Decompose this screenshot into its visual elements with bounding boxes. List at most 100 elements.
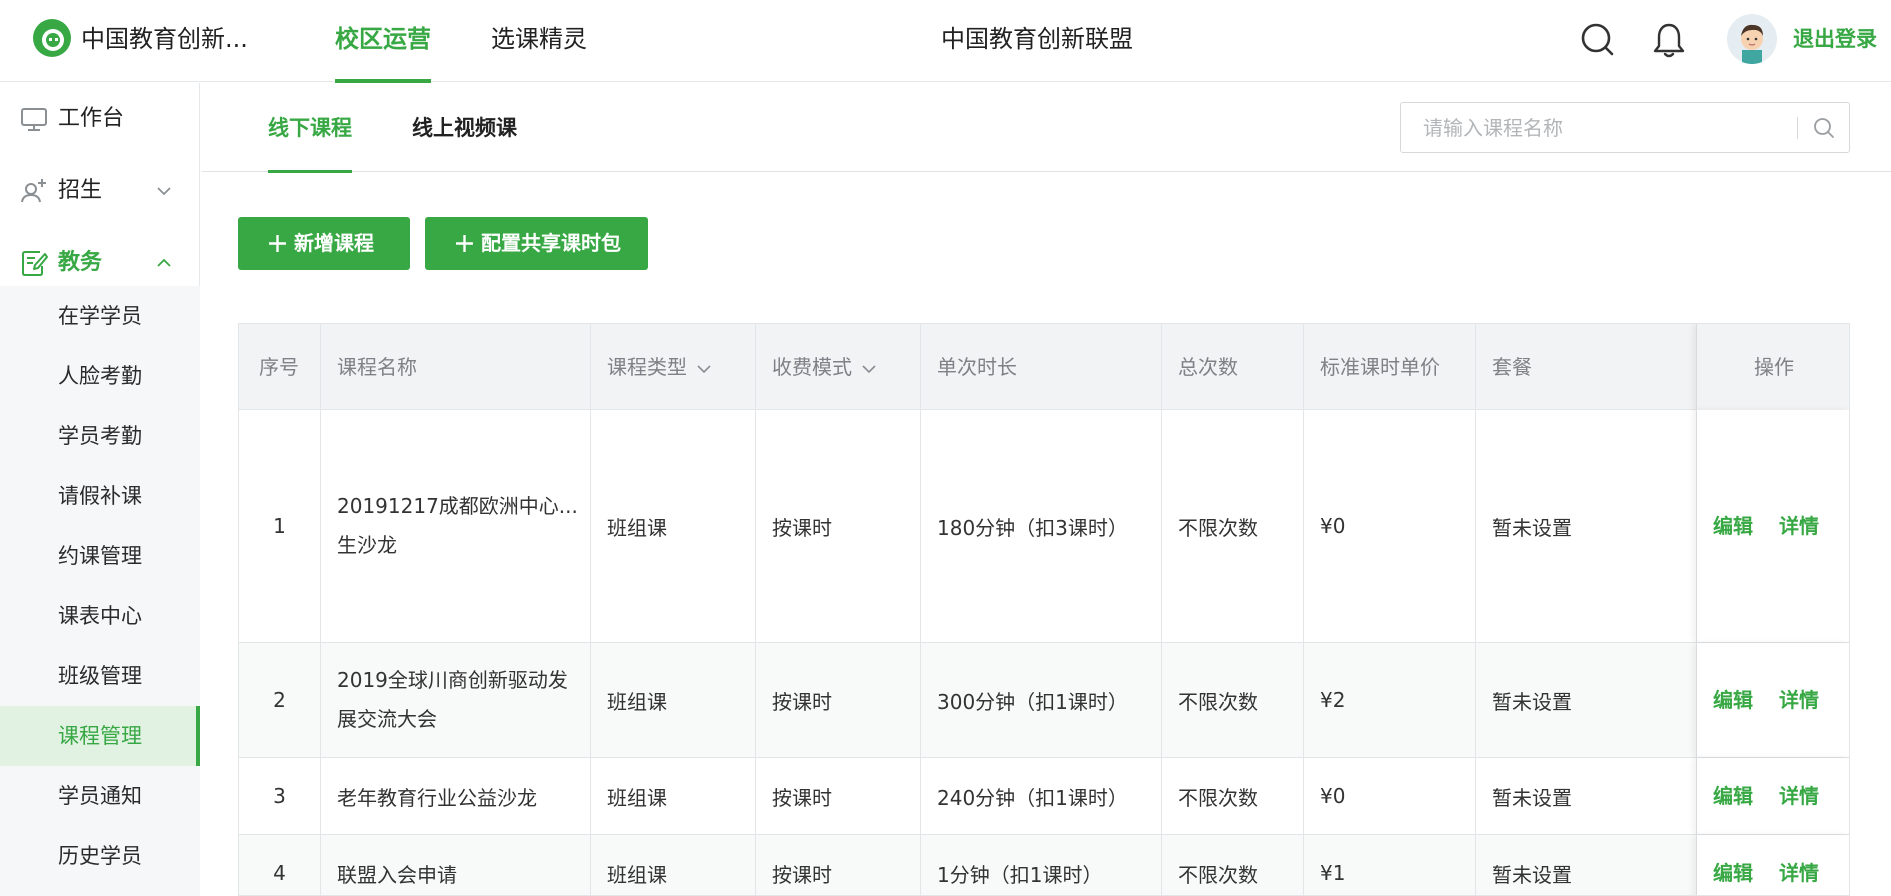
edit-doc-icon bbox=[22, 251, 48, 276]
table-row: 3 老年教育行业公益沙龙 班组课 按课时 240分钟（扣1课时） 不限次数 ¥0… bbox=[239, 758, 1849, 835]
cell-duration: 240分钟（扣1课时） bbox=[921, 758, 1162, 834]
edit-link[interactable]: 编辑 bbox=[1713, 511, 1753, 541]
submenu-item-leave-makeup[interactable]: 请假补课 bbox=[0, 466, 200, 526]
submenu-item-history-students[interactable]: 历史学员 bbox=[0, 826, 200, 886]
user-add-icon bbox=[21, 179, 46, 203]
edit-link[interactable]: 编辑 bbox=[1713, 781, 1753, 811]
tab-offline-courses[interactable]: 线下课程 bbox=[268, 83, 352, 173]
col-header-price: 标准课时单价 bbox=[1304, 324, 1476, 410]
sidebar: 工作台 招生 教务 在学学员 人脸考勤 学员考勤 请假补课 约课管理 课表中心 … bbox=[0, 83, 200, 896]
cell-actions: 编辑 详情 bbox=[1697, 758, 1849, 834]
cell-actions: 编辑 详情 bbox=[1697, 835, 1849, 895]
cell-name: 2019全球川商创新驱动发 展交流大会 bbox=[321, 643, 591, 757]
sidebar-item-workbench[interactable]: 工作台 bbox=[0, 83, 200, 155]
cell-no: 2 bbox=[239, 643, 321, 757]
cell-actions: 编辑 详情 bbox=[1697, 643, 1849, 757]
topnav-campus-operations[interactable]: 校区运营 bbox=[335, 0, 431, 83]
detail-link[interactable]: 详情 bbox=[1779, 511, 1819, 541]
search-box bbox=[1400, 102, 1850, 153]
add-course-label: 新增课程 bbox=[294, 231, 374, 255]
cell-name: 联盟入会申请 bbox=[321, 835, 591, 895]
search-input[interactable] bbox=[1423, 103, 1783, 152]
academic-submenu: 在学学员 人脸考勤 学员考勤 请假补课 约课管理 课表中心 班级管理 课程管理 … bbox=[0, 286, 200, 896]
detail-link[interactable]: 详情 bbox=[1779, 858, 1819, 888]
col-header-name: 课程名称 bbox=[321, 324, 591, 410]
detail-link[interactable]: 详情 bbox=[1779, 781, 1819, 811]
edit-link[interactable]: 编辑 bbox=[1713, 685, 1753, 715]
col-header-type[interactable]: 课程类型 bbox=[591, 324, 756, 410]
cell-name-line: 20191217成都欧洲中心... bbox=[337, 494, 578, 518]
cell-price: ¥0 bbox=[1304, 410, 1476, 642]
cell-no: 3 bbox=[239, 758, 321, 834]
avatar[interactable] bbox=[1727, 14, 1777, 64]
cell-package: 暂未设置 bbox=[1476, 643, 1697, 757]
submenu-item-course-management[interactable]: 课程管理 bbox=[0, 706, 200, 766]
plus-icon bbox=[269, 235, 286, 252]
cell-name: 老年教育行业公益沙龙 bbox=[321, 758, 591, 834]
avatar-face-icon bbox=[1741, 24, 1763, 64]
tab-online-video-courses[interactable]: 线上视频课 bbox=[412, 83, 517, 172]
col-header-package: 套餐 bbox=[1476, 324, 1697, 410]
cell-name: 20191217成都欧洲中心... 生沙龙 bbox=[321, 410, 591, 642]
chevron-down-icon bbox=[157, 187, 171, 196]
cell-price: ¥1 bbox=[1304, 835, 1476, 895]
submenu-item-face-attendance[interactable]: 人脸考勤 bbox=[0, 346, 200, 406]
cell-price: ¥0 bbox=[1304, 758, 1476, 834]
sidebar-item-label: 教务 bbox=[58, 250, 103, 275]
col-header-count: 总次数 bbox=[1162, 324, 1304, 410]
edit-link[interactable]: 编辑 bbox=[1713, 858, 1753, 888]
search-divider bbox=[1797, 117, 1798, 139]
search-icon[interactable] bbox=[1812, 116, 1836, 140]
submenu-item-schedule[interactable]: 课表中心 bbox=[0, 586, 200, 646]
cell-type: 班组课 bbox=[591, 758, 756, 834]
cell-duration: 1分钟（扣1课时） bbox=[921, 835, 1162, 895]
table-row: 4 联盟入会申请 班组课 按课时 1分钟（扣1课时） 不限次数 ¥1 暂未设置 … bbox=[239, 835, 1849, 895]
submenu-item-booking[interactable]: 约课管理 bbox=[0, 526, 200, 586]
submenu-item-enrolled-students[interactable]: 在学学员 bbox=[0, 286, 200, 346]
cell-fee: 按课时 bbox=[756, 835, 921, 895]
table-header: 序号 课程名称 课程类型 收费模式 单次时长 总次数 标准课时单价 套餐 操作 bbox=[239, 324, 1849, 410]
search-icon[interactable] bbox=[1580, 20, 1616, 60]
cell-package: 暂未设置 bbox=[1476, 758, 1697, 834]
cell-package: 暂未设置 bbox=[1476, 410, 1697, 642]
col-header-fee[interactable]: 收费模式 bbox=[756, 324, 921, 410]
brand-logo-icon bbox=[33, 19, 71, 57]
logout-button[interactable]: 退出登录 bbox=[1793, 24, 1877, 54]
detail-link[interactable]: 详情 bbox=[1779, 685, 1819, 715]
chevron-up-icon bbox=[157, 258, 171, 267]
cell-no: 1 bbox=[239, 410, 321, 642]
col-header-fee-label: 收费模式 bbox=[772, 355, 852, 379]
submenu-item-student-attendance[interactable]: 学员考勤 bbox=[0, 406, 200, 466]
share-package-label: 配置共享课时包 bbox=[481, 231, 621, 255]
bell-icon[interactable] bbox=[1651, 20, 1687, 60]
course-table: 序号 课程名称 课程类型 收费模式 单次时长 总次数 标准课时单价 套餐 操作 … bbox=[238, 323, 1850, 896]
cell-type: 班组课 bbox=[591, 643, 756, 757]
topnav-course-selection[interactable]: 选课精灵 bbox=[491, 0, 587, 82]
top-bar: 中国教育创新... 校区运营 选课精灵 中国教育创新联盟 退出登录 bbox=[0, 0, 1891, 83]
sidebar-item-enrollment[interactable]: 招生 bbox=[0, 155, 200, 227]
monitor-icon bbox=[21, 108, 47, 131]
cell-count: 不限次数 bbox=[1162, 835, 1304, 895]
sidebar-item-label: 工作台 bbox=[58, 106, 125, 131]
submenu-item-student-notice[interactable]: 学员通知 bbox=[0, 766, 200, 826]
sidebar-item-label: 招生 bbox=[58, 178, 103, 203]
table-row: 2 2019全球川商创新驱动发 展交流大会 班组课 按课时 300分钟（扣1课时）… bbox=[239, 643, 1849, 758]
cell-name-line: 生沙龙 bbox=[337, 533, 397, 557]
cell-fee: 按课时 bbox=[756, 643, 921, 757]
cell-fee: 按课时 bbox=[756, 758, 921, 834]
cell-count: 不限次数 bbox=[1162, 758, 1304, 834]
chevron-down-icon bbox=[862, 364, 876, 373]
brand-name: 中国教育创新... bbox=[81, 25, 248, 53]
cell-duration: 180分钟（扣3课时） bbox=[921, 410, 1162, 642]
submenu-item-class-management[interactable]: 班级管理 bbox=[0, 646, 200, 706]
col-header-no: 序号 bbox=[239, 324, 321, 410]
add-course-button[interactable]: 新增课程 bbox=[238, 217, 410, 270]
chevron-down-icon bbox=[697, 364, 711, 373]
plus-icon bbox=[456, 235, 473, 252]
cell-count: 不限次数 bbox=[1162, 410, 1304, 642]
share-package-button[interactable]: 配置共享课时包 bbox=[425, 217, 648, 270]
table-row: 1 20191217成都欧洲中心... 生沙龙 班组课 按课时 180分钟（扣3课… bbox=[239, 410, 1849, 643]
col-header-type-label: 课程类型 bbox=[607, 355, 687, 379]
cell-package: 暂未设置 bbox=[1476, 835, 1697, 895]
cell-duration: 300分钟（扣1课时） bbox=[921, 643, 1162, 757]
